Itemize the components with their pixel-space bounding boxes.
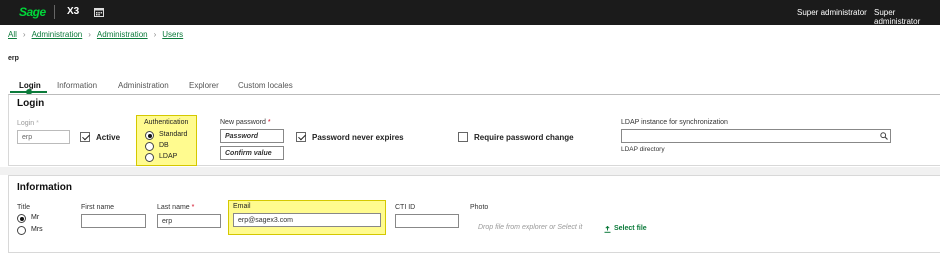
first-name-field[interactable] (81, 214, 146, 228)
logo-divider (54, 5, 55, 19)
title-label: Title (17, 204, 30, 211)
last-name-label: Last name * (157, 204, 195, 211)
active-label: Active (96, 133, 121, 142)
title-mr-label: Mr (31, 214, 40, 221)
login-label: Login * (17, 120, 39, 127)
auth-standard-label: Standard (159, 131, 188, 138)
cti-id-label: CTI ID (395, 204, 416, 211)
authentication-label: Authentication (144, 119, 189, 126)
tab-explorer[interactable]: Explorer (189, 81, 219, 90)
password-never-expires-checkbox[interactable] (296, 132, 306, 142)
auth-db-radio[interactable] (145, 142, 154, 151)
section-separator (0, 167, 940, 175)
login-section-title: Login (17, 98, 45, 109)
cti-id-field[interactable] (395, 214, 459, 228)
email-field[interactable]: erp@sagex3.com (233, 213, 381, 227)
last-name-field[interactable]: erp (157, 214, 221, 228)
ldap-instance-field[interactable] (621, 129, 891, 143)
page-title: erp (8, 55, 19, 62)
auth-standard-radio[interactable] (145, 131, 154, 140)
require-password-change-label: Require password change (474, 133, 574, 142)
auth-ldap-radio[interactable] (145, 153, 154, 162)
information-section-title: Information (17, 182, 72, 193)
breadcrumb-separator: › (88, 30, 91, 39)
active-checkbox[interactable] (80, 132, 90, 142)
user-menu-right[interactable]: Super administrator (874, 8, 940, 26)
calendar-icon[interactable] (94, 7, 104, 17)
title-mrs-radio[interactable] (17, 226, 26, 235)
breadcrumb-users[interactable]: Users (162, 30, 183, 39)
sage-logo[interactable]: Sage (19, 5, 46, 19)
photo-label: Photo (470, 204, 489, 211)
search-icon[interactable] (880, 132, 888, 140)
tab-custom-locales[interactable]: Custom locales (238, 81, 293, 90)
information-section: Information Title Mr Mrs First name Last… (8, 175, 940, 253)
login-section: Login Login * erp Active Authentication … (8, 94, 940, 166)
email-label: Email (233, 203, 251, 210)
top-bar: Sage X3 Super administrator Super admini… (0, 0, 940, 26)
tab-information[interactable]: Information (57, 81, 97, 90)
photo-dropzone[interactable]: Drop file from explorer or Select it (478, 224, 582, 231)
title-mrs-label: Mrs (31, 226, 43, 233)
login-field[interactable]: erp (17, 130, 70, 144)
breadcrumb-separator: › (22, 30, 26, 39)
breadcrumb-all[interactable]: All (8, 30, 17, 39)
breadcrumb-administration-1[interactable]: Administration (32, 30, 83, 39)
auth-db-label: DB (159, 142, 169, 149)
password-never-expires-label: Password never expires (312, 133, 404, 142)
breadcrumb-separator: › (153, 30, 157, 39)
new-password-field[interactable]: Password (220, 129, 284, 143)
upload-icon (604, 226, 611, 233)
breadcrumb: All › Administration › Administration › Users (8, 30, 183, 39)
user-menu-left[interactable]: Super administrator (797, 8, 867, 17)
confirm-password-field[interactable]: Confirm value (220, 146, 284, 160)
product-name: X3 (67, 6, 80, 17)
ldap-instance-label: LDAP instance for synchronization (621, 119, 728, 126)
new-password-label: New password * (220, 119, 271, 126)
tab-administration[interactable]: Administration (118, 81, 169, 90)
require-password-change-checkbox[interactable] (458, 132, 468, 142)
title-mr-radio[interactable] (17, 214, 26, 223)
breadcrumb-administration-2[interactable]: Administration (97, 30, 148, 39)
auth-ldap-label: LDAP (159, 153, 178, 160)
first-name-label: First name (81, 204, 115, 211)
select-file-button[interactable]: Select file (614, 225, 647, 232)
ldap-directory-label: LDAP directory (621, 146, 665, 153)
